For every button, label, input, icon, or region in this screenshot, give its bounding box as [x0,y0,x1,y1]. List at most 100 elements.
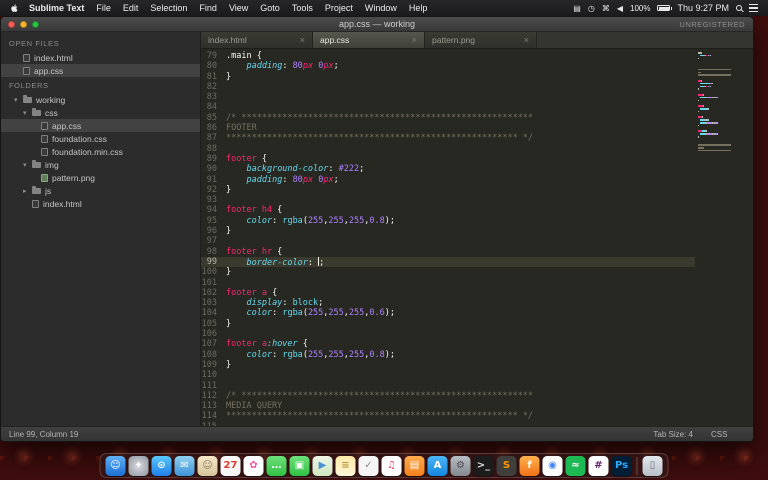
menu-view[interactable]: View [223,3,254,13]
dock-item-slack[interactable]: # [588,455,609,476]
chevron-down-icon[interactable]: ▾ [23,161,32,169]
dock-item-photoshop[interactable]: Ps [611,455,632,476]
dock-item-finder[interactable]: ☺ [105,455,126,476]
apple-menu-icon[interactable] [10,3,19,13]
dock-item-photos[interactable]: ✿ [243,455,264,476]
code-line[interactable]: 104 color: rgba(255,255,255,0.6); [201,308,695,318]
zoom-button[interactable] [32,20,39,28]
sidebar-item-pattern-png[interactable]: pattern.png [1,171,200,184]
minimap[interactable] [698,52,750,155]
code-line[interactable]: 91 padding: 80px 0px; [201,175,695,185]
code-line[interactable]: 88 [201,144,695,154]
dock-item-facetime[interactable]: ▣ [289,455,310,476]
code-line[interactable]: 79 .main { [201,51,695,61]
code-line[interactable]: 107 footer a:hover { [201,339,695,349]
code-line[interactable]: 103 display: block; [201,298,695,308]
code-line[interactable]: 84 [201,102,695,112]
dock-item-notes[interactable]: ≡ [335,455,356,476]
code-line[interactable]: 80 padding: 80px 0px; [201,61,695,71]
tab-index-html[interactable]: index.html × [201,32,313,48]
keyboard-icon[interactable]: ⌘ [602,4,610,13]
battery-icon[interactable] [657,5,673,11]
sidebar-item-app-css[interactable]: app.css [1,64,200,77]
code-line[interactable]: 98 footer hr { [201,247,695,257]
chevron-down-icon[interactable]: ▾ [23,109,32,117]
sidebar-item-index-html[interactable]: index.html [1,51,200,64]
tab-close-icon[interactable]: × [520,36,529,45]
menu-find[interactable]: Find [193,3,223,13]
dock-item-ibooks[interactable]: ▤ [404,455,425,476]
sidebar-item-foundation-min-css[interactable]: foundation.min.css [1,145,200,158]
chevron-right-icon[interactable]: ▸ [23,187,32,195]
sidebar-item-foundation-css[interactable]: foundation.css [1,132,200,145]
menu-selection[interactable]: Selection [144,3,193,13]
code-line[interactable]: 93 [201,195,695,205]
menu-project[interactable]: Project [319,3,359,13]
code-line[interactable]: 99 border-color: ; [201,256,695,268]
code-line[interactable]: 94 footer h4 { [201,205,695,215]
code-line[interactable]: 96} [201,226,695,236]
minimize-button[interactable] [20,20,27,28]
code-line[interactable]: 85 /* ***********************************… [201,113,695,123]
code-line[interactable]: 83 [201,92,695,102]
dock-item-maps[interactable]: ▶ [312,455,333,476]
menu-goto[interactable]: Goto [254,3,286,13]
dock-item-terminal[interactable]: >_ [473,455,494,476]
code-line[interactable]: 101 [201,278,695,288]
code-line[interactable]: 92} [201,185,695,195]
code-line[interactable]: 97 [201,236,695,246]
spotlight-icon[interactable] [736,5,742,11]
menu-sublime-text[interactable]: Sublime Text [23,3,90,13]
dock-item-calendar[interactable]: 27 [220,455,241,476]
dock-item-spotify[interactable]: ≈ [565,455,586,476]
time-machine-icon[interactable]: ◷ [588,4,595,13]
dock-item-firefox[interactable]: f [519,455,540,476]
code-line[interactable]: 112 /* **********************************… [201,391,695,401]
display-icon[interactable]: ▤ [573,4,581,13]
menu-window[interactable]: Window [359,3,403,13]
menu-tools[interactable]: Tools [286,3,319,13]
sidebar-item-index-html[interactable]: index.html [1,197,200,210]
code-line[interactable]: 102 footer a { [201,288,695,298]
tab-close-icon[interactable]: × [296,36,305,45]
sidebar-item-img[interactable]: ▾ img [1,158,200,171]
sidebar-item-app-css[interactable]: app.css [1,119,200,132]
code-area[interactable]: 79 .main {80 padding: 80px 0px; 81} 82 83 84 8… [201,51,695,426]
code-line[interactable]: 106 [201,329,695,339]
dock-item-sublime-text[interactable]: S [496,455,517,476]
sidebar-item-working[interactable]: ▾ working [1,93,200,106]
tab-pattern-png[interactable]: pattern.png × [425,32,537,48]
code-line[interactable]: 95 color: rgba(255,255,255,0.8); [201,216,695,226]
chevron-down-icon[interactable]: ▾ [14,96,23,104]
code-line[interactable]: 82 [201,82,695,92]
sidebar-item-css[interactable]: ▾ css [1,106,200,119]
menu-clock[interactable]: Thu 9:27 PM [677,3,729,13]
dock-item-system-preferences[interactable]: ⚙ [450,455,471,476]
code-line[interactable]: 108 color: rgba(255,255,255,0.8); [201,350,695,360]
code-line[interactable]: 111 [201,381,695,391]
tab-size-indicator[interactable]: Tab Size: 4 [653,430,693,439]
code-line[interactable]: 100} [201,267,695,277]
dock-item-itunes[interactable]: ♫ [381,455,402,476]
code-line[interactable]: 109} [201,360,695,370]
code-line[interactable]: 90 background-color: #222; [201,164,695,174]
dock-item-mail[interactable]: ✉ [174,455,195,476]
code-line[interactable]: 87 **************************************… [201,133,695,143]
syntax-indicator[interactable]: CSS [711,430,745,439]
dock-item-messages[interactable]: … [266,455,287,476]
dock-item-app-store[interactable]: A [427,455,448,476]
volume-icon[interactable]: ◀ [617,4,623,13]
tab-app-css[interactable]: app.css × [313,32,425,48]
dock-item-launchpad[interactable]: ✦ [128,455,149,476]
dock-item-chrome[interactable]: ◉ [542,455,563,476]
dock-item-reminders[interactable]: ✓ [358,455,379,476]
code-line[interactable]: 81} [201,72,695,82]
editor[interactable]: 79 .main {80 padding: 80px 0px; 81} 82 83 84 8… [201,49,753,426]
dock-item-safari[interactable]: ⊙ [151,455,172,476]
code-line[interactable]: 86 FOOTER [201,123,695,133]
code-line[interactable]: 89 footer { [201,154,695,164]
code-line[interactable]: 105} [201,319,695,329]
dock-item-trash[interactable]: ▯ [642,455,663,476]
close-button[interactable] [8,20,15,28]
window-title-bar[interactable]: app.css — working UNREGISTERED [1,17,753,32]
